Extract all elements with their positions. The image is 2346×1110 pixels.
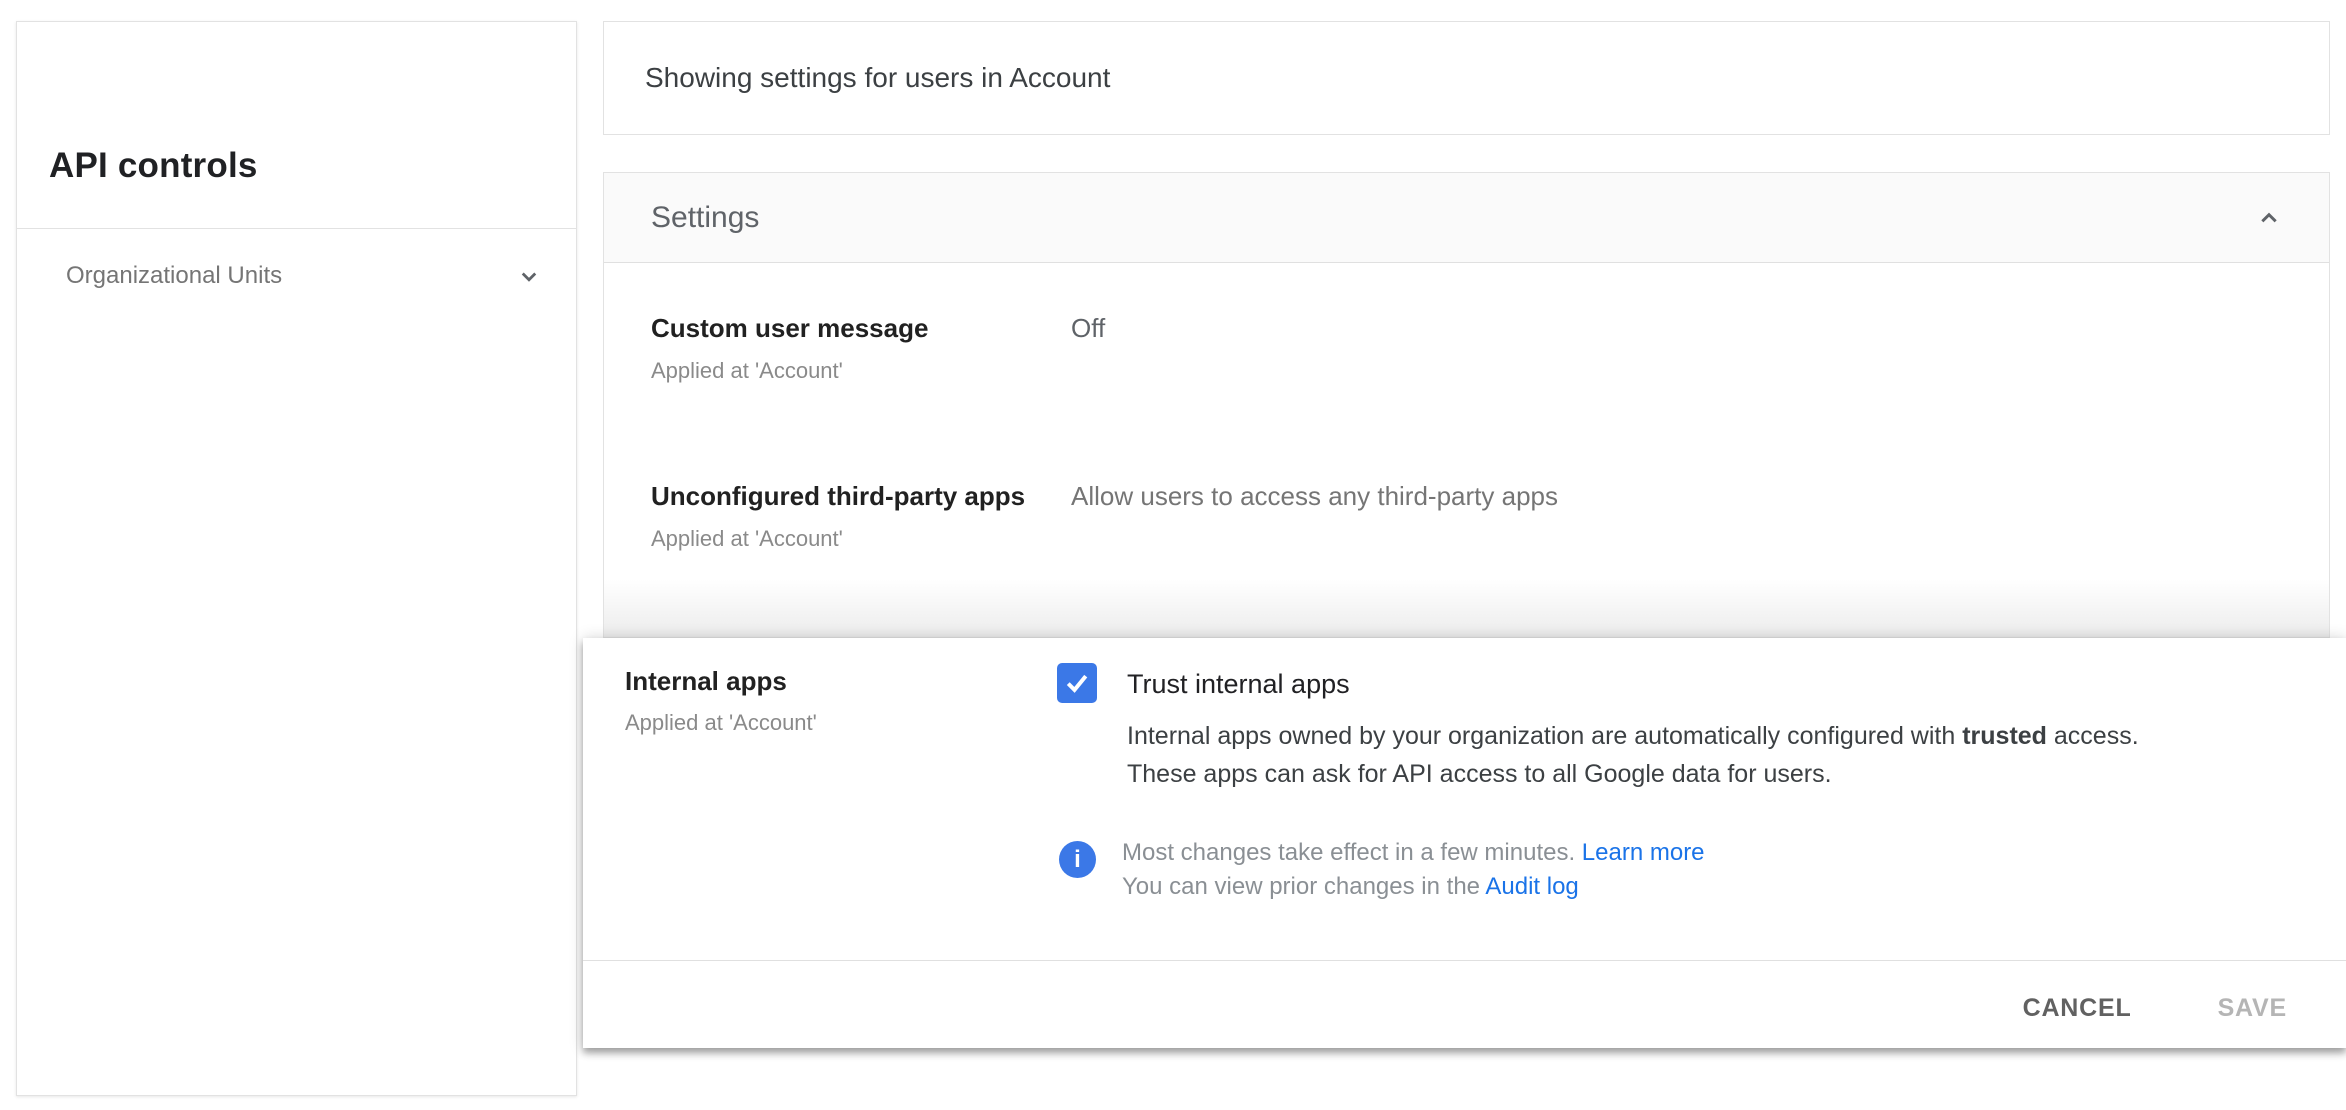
description-text: These apps can ask for API access to all… xyxy=(1127,760,1832,788)
setting-row-custom-user-message[interactable]: Custom user message Applied at 'Account'… xyxy=(651,311,2309,386)
chevron-up-icon[interactable] xyxy=(2253,202,2285,234)
page-title: API controls xyxy=(49,146,258,185)
save-button[interactable]: SAVE xyxy=(2218,994,2287,1023)
setting-value: Off xyxy=(1071,313,1106,343)
trust-internal-apps-checkbox[interactable] xyxy=(1057,663,1097,703)
sidebar-item-label: Organizational Units xyxy=(66,262,283,289)
internal-apps-edit-panel: Internal apps Applied at 'Account' Trust… xyxy=(583,638,2346,1048)
sidebar-item-organizational-units[interactable]: Organizational Units xyxy=(17,229,576,323)
chevron-down-icon[interactable] xyxy=(514,261,544,291)
setting-name: Custom user message xyxy=(651,313,929,343)
api-controls-page: API controls Organizational Units Showin… xyxy=(0,0,2346,1110)
description-bold-text: trusted xyxy=(1962,722,2047,750)
setting-name: Internal apps xyxy=(625,666,787,696)
divider xyxy=(583,960,2346,961)
note-text: Most changes take effect in a few minute… xyxy=(1122,839,1582,866)
info-icon: i xyxy=(1059,841,1096,878)
panel-shadow-fade xyxy=(604,579,2329,637)
panel-actions: CANCEL SAVE xyxy=(2023,976,2287,1040)
setting-value: Allow users to access any third-party ap… xyxy=(1071,481,1558,511)
setting-applied-at: Applied at 'Account' xyxy=(625,710,817,735)
setting-description: Internal apps owned by your organization… xyxy=(1127,717,2139,793)
checkmark-icon xyxy=(1066,674,1088,693)
sidebar: API controls Organizational Units xyxy=(16,21,577,1096)
scope-bar: Showing settings for users in Account xyxy=(603,21,2330,135)
scope-text: Showing settings for users in Account xyxy=(645,62,1111,93)
settings-card: Settings Custom user message Applied at … xyxy=(603,172,2330,638)
learn-more-link[interactable]: Learn more xyxy=(1582,839,1705,866)
trust-internal-apps-label: Trust internal apps xyxy=(1127,669,1350,699)
description-text: Internal apps owned by your organization… xyxy=(1127,722,1963,750)
setting-row-unconfigured-third-party-apps[interactable]: Unconfigured third-party apps Applied at… xyxy=(651,479,2309,554)
description-text: access. xyxy=(2046,722,2139,750)
settings-section-title: Settings xyxy=(651,200,760,234)
audit-log-link[interactable]: Audit log xyxy=(1485,873,1578,900)
setting-applied-at: Applied at 'Account' xyxy=(651,526,843,551)
note-text: You can view prior changes in the xyxy=(1122,873,1486,900)
setting-applied-at: Applied at 'Account' xyxy=(651,358,843,383)
cancel-button[interactable]: CANCEL xyxy=(2023,994,2132,1023)
settings-section-header[interactable]: Settings xyxy=(604,173,2329,263)
change-propagation-note: Most changes take effect in a few minute… xyxy=(1122,836,1705,904)
